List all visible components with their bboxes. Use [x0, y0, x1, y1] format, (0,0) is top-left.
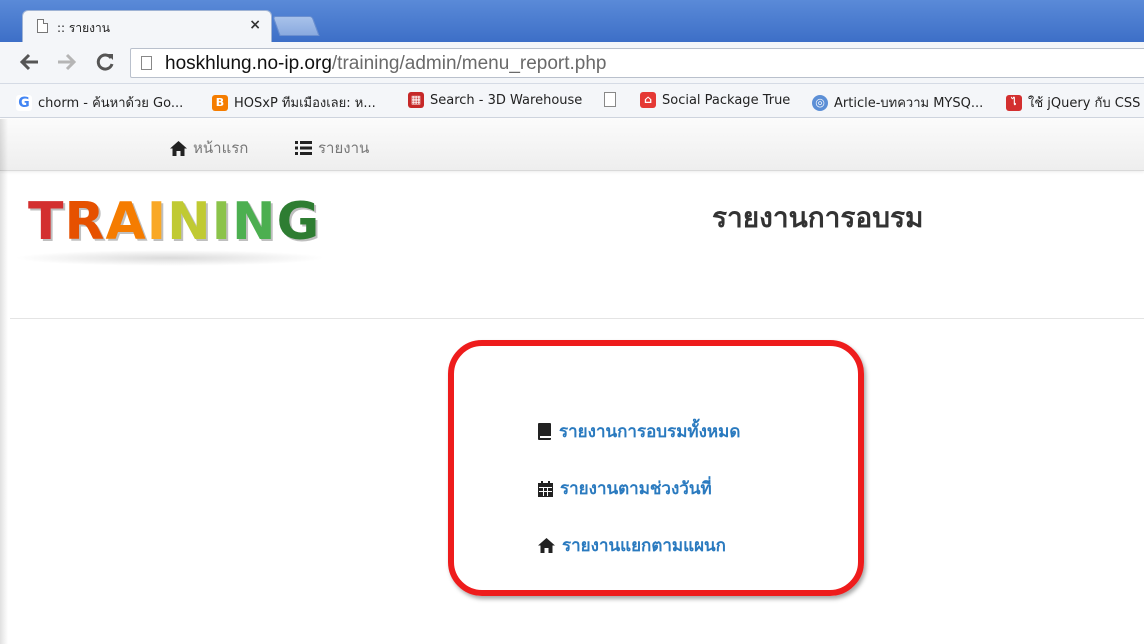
calendar-icon: [538, 480, 553, 497]
new-tab-button[interactable]: [272, 16, 320, 36]
thai-site-icon: ไ: [1006, 94, 1022, 111]
report-all-link[interactable]: รายงานการอบรมทั้งหมด: [538, 418, 740, 445]
tab-title: :: รายงาน: [57, 21, 110, 35]
nav-report-label: รายงาน: [318, 139, 370, 157]
nav-home-label: หน้าแรก: [193, 139, 249, 157]
reload-icon[interactable]: [94, 51, 116, 78]
site-navbar: หน้าแรก รายงาน: [0, 119, 1144, 171]
bookmark-label: chorm - ค้นหาด้วย Go...: [38, 96, 184, 111]
nav-report-link[interactable]: รายงาน: [295, 136, 369, 160]
divider: [10, 318, 1144, 319]
bookmark-item[interactable]: G chorm - ค้นหาด้วย Go...: [16, 92, 183, 113]
globe-icon: ◎: [812, 94, 828, 111]
report-date-range-link[interactable]: รายงานตามช่วงวันที่: [538, 475, 712, 502]
warehouse-icon: ▦: [408, 92, 424, 108]
true-icon: ⌂: [640, 92, 656, 108]
report-date-range-label: รายงานตามช่วงวันที่: [560, 479, 712, 499]
bookmarks-bar: G chorm - ค้นหาด้วย Go... B HOSxP ทีมเมื…: [0, 84, 1144, 118]
url-text: hoskhlung.no-ip.org/training/admin/menu_…: [165, 53, 607, 74]
tab-close-button[interactable]: ×: [249, 17, 261, 33]
page-icon: [37, 19, 48, 33]
logo-reflection: [14, 250, 326, 266]
report-department-label: รายงานแยกตามแผนก: [562, 536, 726, 556]
logo-wordmark: TRAINING: [28, 192, 321, 252]
report-all-label: รายงานการอบรมทั้งหมด: [559, 422, 741, 442]
bookmark-label: ใช้ jQuery กับ CSS: [1028, 96, 1141, 111]
blogger-icon: B: [212, 94, 228, 111]
nav-home-link[interactable]: หน้าแรก: [170, 136, 248, 160]
bookmark-label: Search - 3D Warehouse: [430, 92, 583, 108]
forward-arrow-icon[interactable]: [56, 51, 78, 78]
back-arrow-icon[interactable]: [18, 51, 40, 78]
page-icon: [604, 92, 616, 107]
page-title: รายงานการอบรม: [712, 201, 924, 234]
book-icon: [538, 423, 551, 440]
address-bar[interactable]: hoskhlung.no-ip.org/training/admin/menu_…: [130, 48, 1144, 78]
bookmark-item[interactable]: B HOSxP ทีมเมืองเลย: ห...: [212, 92, 376, 113]
browser-toolbar: hoskhlung.no-ip.org/training/admin/menu_…: [0, 42, 1144, 84]
bookmark-item[interactable]: [604, 92, 622, 107]
bookmark-label: Social Package True: [662, 92, 791, 108]
page-edge-shadow: [0, 119, 8, 644]
bookmark-item[interactable]: ไ ใช้ jQuery กับ CSS: [1006, 92, 1140, 113]
bookmark-item[interactable]: ▦ Search - 3D Warehouse: [408, 92, 582, 108]
bookmark-label: HOSxP ทีมเมืองเลย: ห...: [234, 96, 376, 111]
home-icon: [170, 140, 187, 156]
browser-tab[interactable]: :: รายงาน ×: [22, 10, 272, 42]
google-icon: G: [16, 94, 32, 111]
list-icon: [295, 141, 312, 155]
browser-tabstrip: :: รายงาน ×: [0, 0, 1144, 42]
bookmark-label: Article-บทความ MYSQ...: [834, 96, 984, 111]
home-icon: [538, 538, 555, 553]
bookmark-item[interactable]: ⌂ Social Package True: [640, 92, 790, 108]
report-department-link[interactable]: รายงานแยกตามแผนก: [538, 532, 726, 559]
bookmark-item[interactable]: ◎ Article-บทความ MYSQ...: [812, 92, 983, 113]
training-logo: TRAINING: [14, 188, 326, 270]
page-icon: [141, 56, 152, 70]
